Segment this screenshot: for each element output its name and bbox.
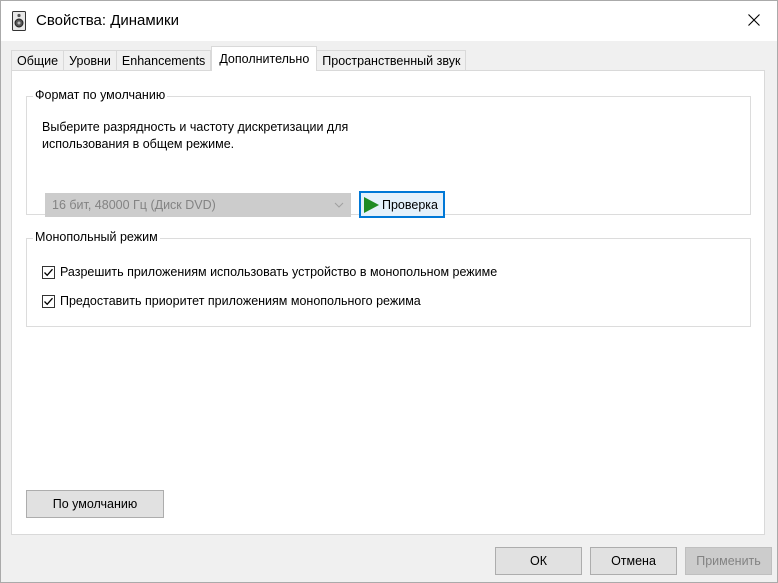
speaker-icon: [12, 11, 26, 31]
format-dropdown[interactable]: 16 бит, 48000 Гц (Диск DVD): [45, 193, 351, 217]
title-bar[interactable]: Свойства: Динамики: [1, 1, 777, 41]
close-button[interactable]: [731, 1, 777, 39]
checkmark-icon: [44, 297, 53, 305]
window-title: Свойства: Динамики: [36, 12, 179, 29]
default-format-label: Формат по умолчанию: [33, 88, 168, 102]
close-icon: [748, 14, 760, 26]
allow-exclusive-label: Разрешить приложениям использовать устро…: [60, 265, 498, 279]
tab-levels[interactable]: Уровни: [63, 50, 117, 71]
test-button-label: Проверка: [382, 197, 438, 212]
tab-enhancements[interactable]: Enhancements: [115, 50, 212, 71]
exclusive-mode-label: Монопольный режим: [33, 230, 160, 244]
checkmark-icon: [44, 268, 53, 276]
allow-exclusive-checkbox[interactable]: [42, 265, 55, 279]
priority-exclusive-checkbox[interactable]: [42, 294, 55, 308]
tab-advanced[interactable]: Дополнительно: [211, 46, 318, 71]
properties-dialog: Свойства: Динамики Общие Уровни Enhancem…: [0, 0, 778, 583]
format-dropdown-value: 16 бит, 48000 Гц (Диск DVD): [52, 198, 216, 212]
default-format-description: Выберите разрядность и частоту дискретиз…: [42, 120, 349, 151]
ok-button[interactable]: ОК: [495, 547, 582, 575]
restore-defaults-button[interactable]: По умолчанию: [26, 490, 164, 518]
tab-strip: Общие Уровни Enhancements Дополнительно …: [11, 46, 467, 71]
apply-button[interactable]: Применить: [685, 547, 772, 575]
tab-general[interactable]: Общие: [11, 50, 65, 71]
cancel-button[interactable]: Отмена: [590, 547, 677, 575]
default-format-group: Формат по умолчанию Выберите разрядность…: [26, 88, 751, 218]
chevron-down-icon: [334, 202, 344, 208]
priority-exclusive-option[interactable]: Предоставить приоритет приложениям моноп…: [42, 294, 421, 308]
allow-exclusive-option[interactable]: Разрешить приложениям использовать устро…: [42, 265, 497, 279]
priority-exclusive-label: Предоставить приоритет приложениям моноп…: [60, 294, 421, 308]
play-icon: [364, 196, 379, 213]
exclusive-mode-group: Монопольный режим Разрешить приложениям …: [26, 230, 751, 327]
tab-panel-advanced: Формат по умолчанию Выберите разрядность…: [11, 70, 765, 535]
tab-spatial-sound[interactable]: Пространственный звук: [316, 50, 467, 71]
test-button[interactable]: Проверка: [359, 191, 445, 218]
